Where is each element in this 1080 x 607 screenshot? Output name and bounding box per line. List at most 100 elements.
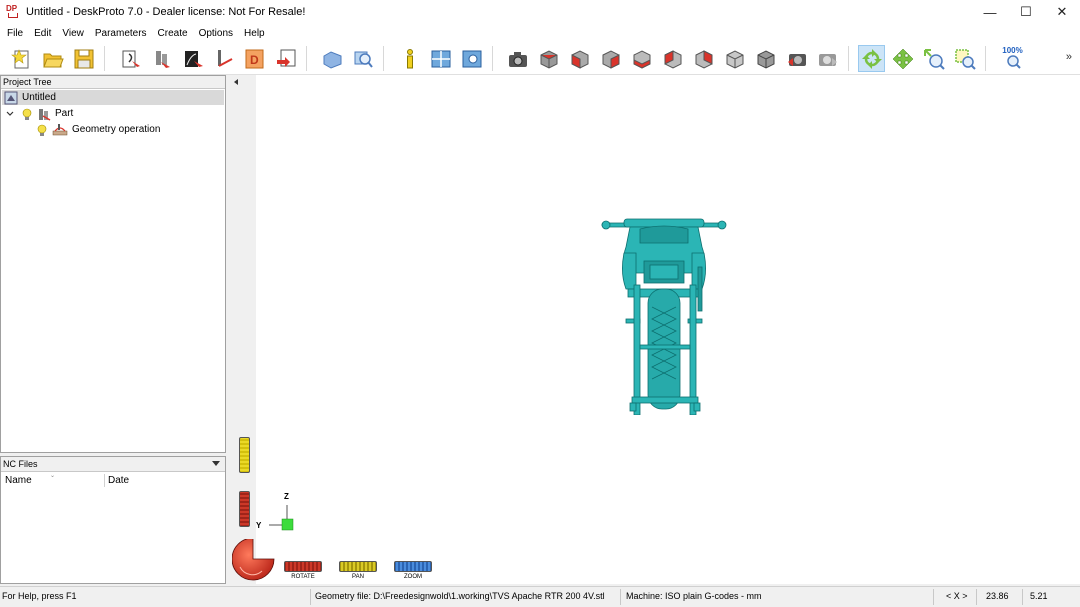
- bitmap-operation-button[interactable]: D: [241, 45, 268, 72]
- status-coord-1: 23.86: [986, 591, 1009, 601]
- tree-item-part[interactable]: Part: [5, 106, 73, 121]
- rotate-wheel-label: ROTATE: [291, 574, 315, 580]
- cube-top-icon: [695, 49, 712, 69]
- view-back-button[interactable]: [628, 45, 655, 72]
- close-button[interactable]: ✕: [1044, 0, 1080, 24]
- cube-left-icon: [664, 49, 681, 69]
- status-help: For Help, press F1: [2, 591, 77, 601]
- menu-options[interactable]: Options: [195, 28, 237, 39]
- part-tree-icon: [39, 108, 51, 121]
- view-previous-button[interactable]: [783, 45, 810, 72]
- menu-parameters[interactable]: Parameters: [91, 28, 151, 39]
- new-file-icon: [10, 48, 28, 68]
- magnify-preview-icon: [354, 51, 373, 68]
- 3d-viewport[interactable]: ROTATE PAN ZOOM Z Y: [230, 75, 1080, 584]
- viewport-zoom-button[interactable]: [458, 45, 485, 72]
- menu-view[interactable]: View: [58, 28, 88, 39]
- write-nc-button[interactable]: [272, 45, 299, 72]
- rotate-mode-button[interactable]: [858, 45, 885, 72]
- toolbar-overflow-button[interactable]: »: [1066, 51, 1072, 63]
- status-geometry-file: Geometry file: D:\Freedesignwold\1.worki…: [315, 591, 605, 601]
- rotate-dial-icon[interactable]: [232, 539, 278, 581]
- pan-wheel-label: PAN: [352, 574, 364, 580]
- dropdown-arrow-icon[interactable]: [212, 461, 220, 466]
- menu-file[interactable]: File: [3, 28, 27, 39]
- maximize-button[interactable]: ☐: [1008, 0, 1044, 24]
- view-solid-button[interactable]: [752, 45, 779, 72]
- write-nc-icon: [276, 49, 295, 67]
- status-machine: Machine: ISO plain G-codes - mm: [626, 591, 762, 601]
- lightbulb-icon[interactable]: [20, 107, 34, 121]
- view-bottom-button[interactable]: [721, 45, 748, 72]
- open-project-button[interactable]: [39, 45, 66, 72]
- view-right-button[interactable]: [597, 45, 624, 72]
- preview-settings-button[interactable]: [349, 45, 376, 72]
- view-front-button[interactable]: [566, 45, 593, 72]
- status-bar: For Help, press F1 Geometry file: D:\Fre…: [0, 586, 1080, 607]
- save-project-button[interactable]: [70, 45, 97, 72]
- info-button[interactable]: [396, 45, 423, 72]
- geometry-operation-button[interactable]: [179, 45, 206, 72]
- menu-edit[interactable]: Edit: [30, 28, 55, 39]
- axis-y-label: Y: [256, 521, 262, 530]
- menu-bar: File Edit View Parameters Create Options…: [0, 24, 1080, 42]
- menu-help[interactable]: Help: [240, 28, 269, 39]
- nc-files-title: NC Files: [3, 459, 38, 469]
- axis-z-label: Z: [284, 492, 289, 501]
- project-tree-header: Project Tree: [1, 76, 225, 89]
- view-left-button[interactable]: [659, 45, 686, 72]
- app-logo-icon: DP: [6, 5, 20, 19]
- pan-horizontal-wheel[interactable]: [339, 561, 377, 572]
- wizard-icon: [122, 50, 140, 67]
- view-next-button[interactable]: [814, 45, 841, 72]
- lightbulb-icon[interactable]: [35, 123, 49, 137]
- status-coord-2: 5.21: [1030, 591, 1048, 601]
- rotate-icon: [861, 48, 882, 69]
- zoom-percent-label: 100%: [1002, 46, 1023, 55]
- menu-create[interactable]: Create: [154, 28, 192, 39]
- rotate-horizontal-wheel[interactable]: [284, 561, 322, 572]
- view-iso-button[interactable]: [535, 45, 562, 72]
- app-logo-text: DP: [6, 4, 18, 13]
- vector-operation-button[interactable]: [210, 45, 237, 72]
- tree-item-operation[interactable]: Geometry operation: [35, 122, 160, 137]
- viewport-magnify-icon: [462, 50, 481, 67]
- collapse-left-icon[interactable]: [234, 79, 238, 85]
- info-icon: [406, 48, 413, 68]
- bitmap-operation-icon: D: [245, 49, 263, 68]
- create-part-button[interactable]: [148, 45, 175, 72]
- vector-operation-icon: [217, 49, 232, 67]
- wizard-button[interactable]: [117, 45, 144, 72]
- title-bar: DP Untitled - DeskProto 7.0 - Dealer lic…: [0, 0, 1080, 24]
- save-icon: [74, 49, 93, 68]
- new-project-button[interactable]: [8, 45, 35, 72]
- view-layout-button[interactable]: [427, 45, 454, 72]
- chevron-down-icon[interactable]: [5, 109, 15, 119]
- camera-forward-icon: [818, 53, 837, 66]
- preview-icon: [323, 50, 341, 69]
- nc-col-date[interactable]: Date: [108, 475, 129, 486]
- svg-text:D: D: [250, 53, 259, 67]
- cube-back-icon: [633, 49, 650, 69]
- screenshot-button[interactable]: [504, 45, 531, 72]
- zoom-wheel-label: ZOOM: [404, 574, 422, 580]
- pan-vertical-wheel[interactable]: [239, 437, 250, 473]
- zoom-window-button[interactable]: [951, 45, 978, 72]
- preview-button[interactable]: [318, 45, 345, 72]
- rotate-vertical-wheel[interactable]: [239, 491, 250, 527]
- view-top-button[interactable]: [690, 45, 717, 72]
- project-tree-panel: Project Tree Untitled Part Geometry oper…: [0, 75, 226, 453]
- open-folder-icon: [42, 53, 64, 67]
- tree-item-root[interactable]: Untitled: [2, 90, 224, 105]
- cube-right-icon: [602, 49, 619, 69]
- nc-col-name[interactable]: Name: [5, 475, 32, 486]
- zoom-mode-button[interactable]: [920, 45, 947, 72]
- status-nav[interactable]: < X >: [946, 587, 976, 607]
- minimize-button[interactable]: —: [972, 0, 1008, 24]
- zoom-horizontal-wheel[interactable]: [394, 561, 432, 572]
- cube-grey-icon: [726, 49, 743, 69]
- project-icon: [4, 91, 18, 104]
- zoom-100-button[interactable]: 100%: [999, 45, 1026, 72]
- pan-mode-button[interactable]: [889, 45, 916, 72]
- zoom-window-icon: [954, 48, 976, 70]
